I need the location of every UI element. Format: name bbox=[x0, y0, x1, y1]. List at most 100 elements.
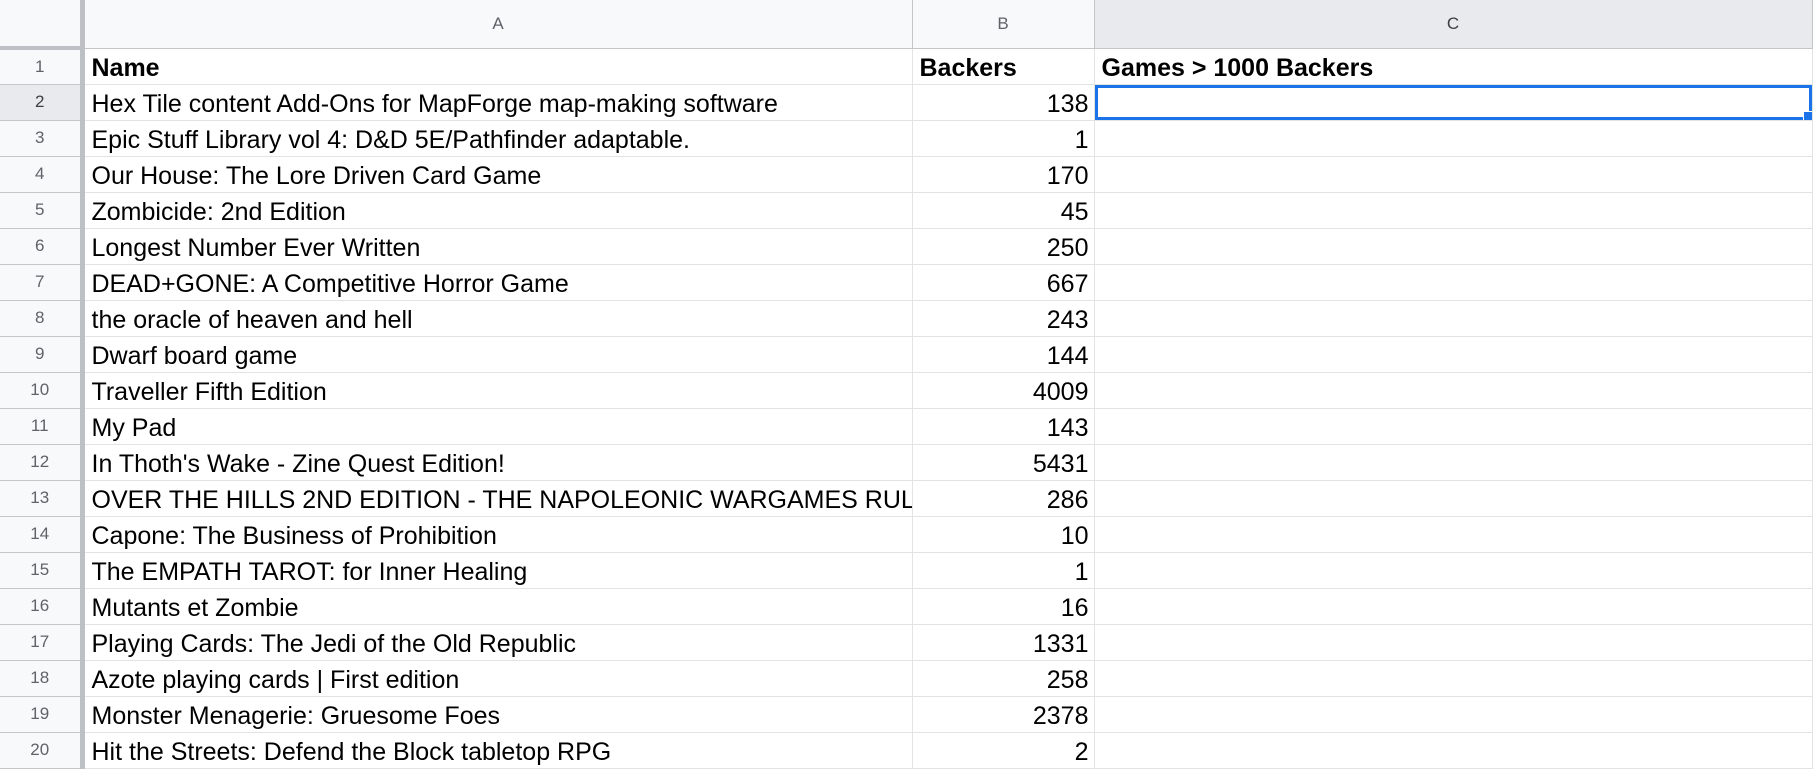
row-header[interactable]: 4 bbox=[0, 156, 85, 193]
cell-a11[interactable]: My Pad bbox=[82, 408, 913, 445]
cell-a8[interactable]: the oracle of heaven and hell bbox=[82, 300, 913, 337]
column-header-b[interactable]: B bbox=[912, 0, 1095, 49]
table-row: 3 Epic Stuff Library vol 4: D&D 5E/Pathf… bbox=[0, 120, 1813, 157]
table-row: 15 The EMPATH TAROT: for Inner Healing 1 bbox=[0, 552, 1813, 589]
cell-c14[interactable] bbox=[1094, 516, 1813, 553]
cell-c2-selected[interactable] bbox=[1094, 84, 1813, 121]
fill-handle[interactable] bbox=[1802, 110, 1811, 119]
cell-b18[interactable]: 258 bbox=[912, 660, 1095, 697]
cell-a4[interactable]: Our House: The Lore Driven Card Game bbox=[82, 156, 913, 193]
row-header[interactable]: 1 bbox=[0, 48, 85, 85]
cell-c19[interactable] bbox=[1094, 696, 1813, 733]
cell-c17[interactable] bbox=[1094, 624, 1813, 661]
cell-c6[interactable] bbox=[1094, 228, 1813, 265]
cell-a20[interactable]: Hit the Streets: Defend the Block tablet… bbox=[82, 732, 913, 769]
table-row: 6 Longest Number Ever Written 250 bbox=[0, 228, 1813, 265]
cell-a2[interactable]: Hex Tile content Add-Ons for MapForge ma… bbox=[82, 84, 913, 121]
row-header[interactable]: 10 bbox=[0, 372, 85, 409]
cell-c3[interactable] bbox=[1094, 120, 1813, 157]
cell-c9[interactable] bbox=[1094, 336, 1813, 373]
cell-a18[interactable]: Azote playing cards | First edition bbox=[82, 660, 913, 697]
row-header[interactable]: 16 bbox=[0, 588, 85, 625]
row-header[interactable]: 3 bbox=[0, 120, 85, 157]
cell-c15[interactable] bbox=[1094, 552, 1813, 589]
cell-a15[interactable]: The EMPATH TAROT: for Inner Healing bbox=[82, 552, 913, 589]
cell-b5[interactable]: 45 bbox=[912, 192, 1095, 229]
row-header[interactable]: 14 bbox=[0, 516, 85, 553]
cell-a19[interactable]: Monster Menagerie: Gruesome Foes bbox=[82, 696, 913, 733]
table-row: 19 Monster Menagerie: Gruesome Foes 2378 bbox=[0, 696, 1813, 733]
cell-b8[interactable]: 243 bbox=[912, 300, 1095, 337]
cell-a16[interactable]: Mutants et Zombie bbox=[82, 588, 913, 625]
cell-a14[interactable]: Capone: The Business of Prohibition bbox=[82, 516, 913, 553]
cell-a1[interactable]: Name bbox=[82, 48, 913, 85]
row-header[interactable]: 13 bbox=[0, 480, 85, 517]
row-header[interactable]: 6 bbox=[0, 228, 85, 265]
cell-c11[interactable] bbox=[1094, 408, 1813, 445]
cell-b2[interactable]: 138 bbox=[912, 84, 1095, 121]
row-header[interactable]: 20 bbox=[0, 732, 85, 769]
cell-c13[interactable] bbox=[1094, 480, 1813, 517]
cell-a10[interactable]: Traveller Fifth Edition bbox=[82, 372, 913, 409]
row-header[interactable]: 18 bbox=[0, 660, 85, 697]
cell-b7[interactable]: 667 bbox=[912, 264, 1095, 301]
row-header[interactable]: 19 bbox=[0, 696, 85, 733]
row-header[interactable]: 9 bbox=[0, 336, 85, 373]
cell-b11[interactable]: 143 bbox=[912, 408, 1095, 445]
cell-a7[interactable]: DEAD+GONE: A Competitive Horror Game bbox=[82, 264, 913, 301]
column-header-c[interactable]: C bbox=[1094, 0, 1813, 49]
spreadsheet-grid: A B C 1 Name Backers Games > 1000 Backer… bbox=[0, 0, 1816, 770]
cell-b4[interactable]: 170 bbox=[912, 156, 1095, 193]
row-header[interactable]: 11 bbox=[0, 408, 85, 445]
row-header[interactable]: 7 bbox=[0, 264, 85, 301]
cell-b17[interactable]: 1331 bbox=[912, 624, 1095, 661]
column-header-row: A B C bbox=[0, 0, 1813, 50]
cell-b20[interactable]: 2 bbox=[912, 732, 1095, 769]
cell-b10[interactable]: 4009 bbox=[912, 372, 1095, 409]
cell-a9[interactable]: Dwarf board game bbox=[82, 336, 913, 373]
row-header[interactable]: 12 bbox=[0, 444, 85, 481]
cell-a5[interactable]: Zombicide: 2nd Edition bbox=[82, 192, 913, 229]
cell-c7[interactable] bbox=[1094, 264, 1813, 301]
cell-c20[interactable] bbox=[1094, 732, 1813, 769]
cell-a13[interactable]: OVER THE HILLS 2ND EDITION - THE NAPOLEO… bbox=[82, 480, 913, 517]
table-row: 11 My Pad 143 bbox=[0, 408, 1813, 445]
cell-b14[interactable]: 10 bbox=[912, 516, 1095, 553]
row-header[interactable]: 2 bbox=[0, 84, 85, 121]
table-row: 18 Azote playing cards | First edition 2… bbox=[0, 660, 1813, 697]
column-header-a[interactable]: A bbox=[82, 0, 913, 49]
cell-c18[interactable] bbox=[1094, 660, 1813, 697]
cell-c10[interactable] bbox=[1094, 372, 1813, 409]
cell-a17[interactable]: Playing Cards: The Jedi of the Old Repub… bbox=[82, 624, 913, 661]
cell-b6[interactable]: 250 bbox=[912, 228, 1095, 265]
cell-a12[interactable]: In Thoth's Wake - Zine Quest Edition! bbox=[82, 444, 913, 481]
cell-c1[interactable]: Games > 1000 Backers bbox=[1094, 48, 1813, 85]
cell-a6[interactable]: Longest Number Ever Written bbox=[82, 228, 913, 265]
row-header[interactable]: 5 bbox=[0, 192, 85, 229]
cell-b16[interactable]: 16 bbox=[912, 588, 1095, 625]
cell-c12[interactable] bbox=[1094, 444, 1813, 481]
cell-c5[interactable] bbox=[1094, 192, 1813, 229]
table-row: 12 In Thoth's Wake - Zine Quest Edition!… bbox=[0, 444, 1813, 481]
cell-b9[interactable]: 144 bbox=[912, 336, 1095, 373]
cell-b19[interactable]: 2378 bbox=[912, 696, 1095, 733]
row-header[interactable]: 15 bbox=[0, 552, 85, 589]
table-row: 7 DEAD+GONE: A Competitive Horror Game 6… bbox=[0, 264, 1813, 301]
cell-c16[interactable] bbox=[1094, 588, 1813, 625]
cell-c8[interactable] bbox=[1094, 300, 1813, 337]
table-row: 1 Name Backers Games > 1000 Backers bbox=[0, 48, 1813, 85]
cell-b3[interactable]: 1 bbox=[912, 120, 1095, 157]
row-header[interactable]: 17 bbox=[0, 624, 85, 661]
cell-b12[interactable]: 5431 bbox=[912, 444, 1095, 481]
select-all-corner[interactable] bbox=[0, 0, 85, 50]
table-row: 17 Playing Cards: The Jedi of the Old Re… bbox=[0, 624, 1813, 661]
table-row: 16 Mutants et Zombie 16 bbox=[0, 588, 1813, 625]
cell-b1[interactable]: Backers bbox=[912, 48, 1095, 85]
cell-a3[interactable]: Epic Stuff Library vol 4: D&D 5E/Pathfin… bbox=[82, 120, 913, 157]
table-row: 20 Hit the Streets: Defend the Block tab… bbox=[0, 732, 1813, 769]
cell-c4[interactable] bbox=[1094, 156, 1813, 193]
cell-b15[interactable]: 1 bbox=[912, 552, 1095, 589]
cell-b13[interactable]: 286 bbox=[912, 480, 1095, 517]
table-row: 4 Our House: The Lore Driven Card Game 1… bbox=[0, 156, 1813, 193]
row-header[interactable]: 8 bbox=[0, 300, 85, 337]
